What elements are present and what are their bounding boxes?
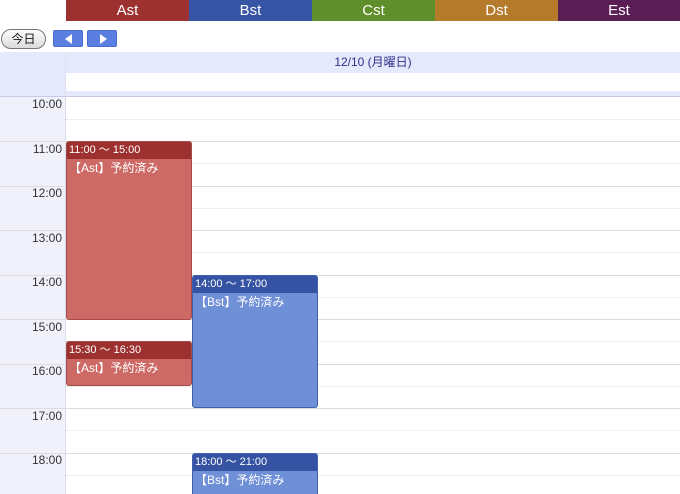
time-gutter (0, 97, 66, 494)
event-title: 【Ast】予約済み (69, 161, 159, 175)
event-time: 14:00 〜 17:00 (193, 276, 317, 293)
event-title: 【Ast】予約済み (69, 361, 159, 375)
event-time: 11:00 〜 15:00 (67, 142, 191, 159)
resource-ast[interactable]: Ast (66, 0, 189, 21)
event-title: 【Bst】予約済み (195, 473, 285, 487)
event-ast-1530-1630[interactable]: 15:30 〜 16:30 【Ast】予約済み (66, 341, 192, 386)
resource-est[interactable]: Est (558, 0, 680, 21)
time-label: 11:00 (32, 142, 62, 156)
resource-bst[interactable]: Bst (189, 0, 312, 21)
time-label: 18:00 (31, 453, 62, 467)
event-bst-1800-2100[interactable]: 18:00 〜 21:00 【Bst】予約済み (192, 453, 318, 494)
day-date-label[interactable]: 12/10 (月曜日) (66, 52, 680, 72)
next-button[interactable] (87, 30, 117, 47)
time-label: 13:00 (31, 231, 62, 245)
half-hour-line (66, 475, 680, 476)
resource-dst[interactable]: Dst (435, 0, 558, 21)
day-header: 12/10 (月曜日) (0, 52, 680, 96)
resource-legend: Ast Bst Cst Dst Est (0, 0, 680, 21)
time-label: 14:00 (31, 275, 62, 289)
event-ast-1100-1500[interactable]: 11:00 〜 15:00 【Ast】予約済み (66, 141, 192, 320)
time-grid[interactable]: 10:00 11:00 12:00 13:00 14:00 15:00 16:0… (0, 97, 680, 494)
calendar-app: Ast Bst Cst Dst Est 今日 12/10 (月曜日) 10:00… (0, 0, 680, 494)
event-time: 18:00 〜 21:00 (193, 454, 317, 471)
event-time: 15:30 〜 16:30 (67, 342, 191, 359)
time-label: 12:00 (31, 186, 62, 200)
chevron-right-icon (100, 34, 107, 44)
prev-button[interactable] (53, 30, 83, 47)
half-hour-line (66, 119, 680, 120)
time-label: 10:00 (31, 97, 62, 111)
half-hour-line (66, 430, 680, 431)
time-gutter-header (0, 52, 66, 96)
resource-cst[interactable]: Cst (312, 0, 435, 21)
event-bst-1400-1700[interactable]: 14:00 〜 17:00 【Bst】予約済み (192, 275, 318, 408)
half-hour-line (66, 386, 680, 387)
time-label: 17:00 (31, 409, 62, 423)
all-day-slot[interactable] (66, 73, 680, 91)
chevron-left-icon (65, 34, 72, 44)
today-button[interactable]: 今日 (1, 29, 46, 49)
time-label: 16:00 (31, 364, 62, 378)
time-label: 15:00 (31, 320, 62, 334)
hour-line (0, 453, 680, 454)
event-title: 【Bst】予約済み (195, 295, 285, 309)
legend-spacer (0, 0, 66, 21)
hour-line (0, 408, 680, 409)
